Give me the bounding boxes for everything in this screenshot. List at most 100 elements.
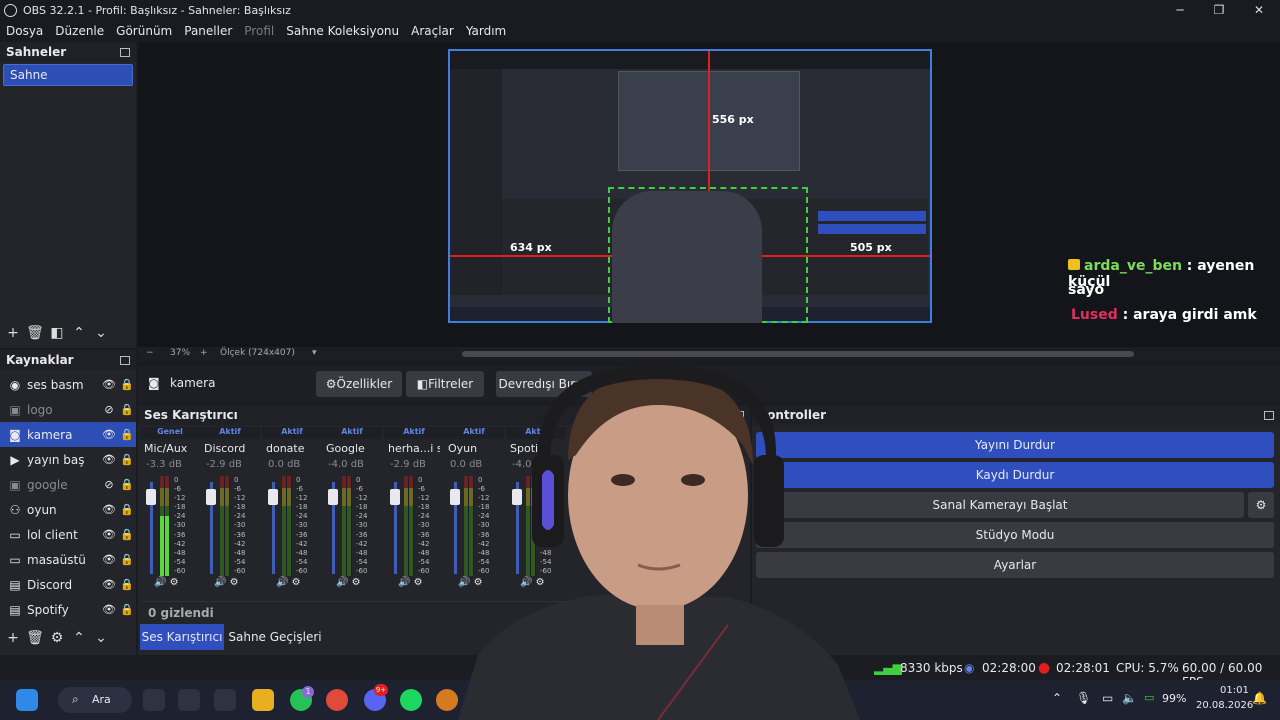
source-item[interactable]: ▶ yayın baş 👁 🔒 — [0, 447, 136, 472]
chrome-icon[interactable] — [326, 689, 348, 711]
volume-slider-handle[interactable] — [206, 489, 216, 505]
remove-source-button[interactable]: 🗑 — [24, 630, 46, 646]
scale-select[interactable]: Ölçek (724x407) — [220, 348, 295, 358]
speaker-icon[interactable]: 🔊 — [398, 577, 410, 588]
close-button[interactable]: ✕ — [1239, 0, 1279, 20]
add-source-button[interactable]: + — [2, 630, 24, 646]
tab-scene-transitions[interactable]: Sahne Geçişleri — [226, 624, 324, 650]
add-scene-button[interactable]: + — [2, 325, 24, 341]
maximize-button[interactable]: ❐ — [1199, 0, 1239, 20]
speaker-icon[interactable]: 🔊 — [276, 577, 288, 588]
menu-file[interactable]: Dosya — [0, 24, 49, 38]
lock-icon[interactable]: 🔒 — [118, 503, 136, 516]
menu-help[interactable]: Yardım — [460, 24, 512, 38]
move-down-button[interactable]: ⌄ — [90, 630, 112, 646]
volume-slider-handle[interactable] — [268, 489, 278, 505]
network-icon[interactable]: ▭ — [1102, 691, 1113, 705]
undock-icon[interactable] — [120, 47, 130, 57]
lock-icon[interactable]: 🔒 — [118, 378, 136, 391]
eye-icon[interactable]: 👁 — [100, 553, 118, 566]
preview-scrollbar[interactable] — [462, 351, 1134, 357]
move-down-button[interactable]: ⌄ — [90, 325, 112, 341]
source-item[interactable]: ▭ lol client 👁 🔒 — [0, 522, 136, 547]
eye-icon[interactable]: 👁 — [100, 453, 118, 466]
gear-menu-icon[interactable]: ⚙ — [170, 577, 179, 588]
eye-hidden-icon[interactable]: ⊘ — [100, 403, 118, 416]
gear-icon[interactable]: ⚙ — [46, 630, 68, 646]
scene-filters-button[interactable]: ◧ — [46, 325, 68, 341]
eye-icon[interactable]: 👁 — [100, 578, 118, 591]
channel-name[interactable]: herha...i ses — [384, 442, 440, 455]
notification-bell-icon[interactable]: 🔔 — [1252, 691, 1267, 705]
chevron-down-icon[interactable]: ▾ — [312, 348, 317, 358]
lock-icon[interactable]: 🔒 — [118, 578, 136, 591]
channel-name[interactable]: Mic/Aux — [140, 442, 196, 455]
gear-menu-icon[interactable]: ⚙ — [352, 577, 361, 588]
scene-item[interactable]: Sahne — [3, 64, 133, 86]
speaker-icon[interactable]: 🔊 — [336, 577, 348, 588]
menu-profile[interactable]: Profil — [238, 24, 280, 38]
gear-menu-icon[interactable]: ⚙ — [414, 577, 423, 588]
menu-view[interactable]: Görünüm — [110, 24, 178, 38]
source-item[interactable]: ▤ Spotify 👁 🔒 — [0, 597, 136, 622]
microphone-icon[interactable]: 🎙 — [1076, 691, 1091, 705]
move-up-button[interactable]: ⌃ — [68, 325, 90, 341]
app-icon[interactable] — [214, 689, 236, 711]
volume-slider-handle[interactable] — [328, 489, 338, 505]
eye-icon[interactable]: 👁 — [100, 378, 118, 391]
task-view-icon[interactable] — [143, 689, 165, 711]
eye-icon[interactable]: 👁 — [100, 428, 118, 441]
menu-scene-collection[interactable]: Sahne Koleksiyonu — [280, 24, 405, 38]
source-item[interactable]: ▭ masaüstü 👁 🔒 — [0, 547, 136, 572]
tab-audio-mixer[interactable]: Ses Karıştırıcı — [140, 624, 224, 650]
lock-icon[interactable]: 🔒 — [118, 403, 136, 416]
channel-name[interactable]: Google — [322, 442, 378, 455]
remove-scene-button[interactable]: 🗑 — [24, 325, 46, 341]
lock-icon[interactable]: 🔒 — [118, 478, 136, 491]
undock-icon[interactable] — [120, 355, 130, 365]
spotify-icon[interactable] — [400, 689, 422, 711]
eye-icon[interactable]: 👁 — [100, 528, 118, 541]
lock-icon[interactable]: 🔒 — [118, 453, 136, 466]
lock-icon[interactable]: 🔒 — [118, 428, 136, 441]
volume-slider-handle[interactable] — [390, 489, 400, 505]
channel-name[interactable]: donate — [262, 442, 318, 455]
channel-name[interactable]: Discord — [200, 442, 256, 455]
volume-slider-handle[interactable] — [146, 489, 156, 505]
menu-edit[interactable]: Düzenle — [49, 24, 110, 38]
source-item[interactable]: ▤ Discord 👁 🔒 — [0, 572, 136, 597]
source-item[interactable]: ⚇ oyun 👁 🔒 — [0, 497, 136, 522]
eye-icon[interactable]: 👁 — [100, 503, 118, 516]
lock-icon[interactable]: 🔒 — [118, 603, 136, 616]
source-item[interactable]: ◙ kamera 👁 🔒 — [0, 422, 136, 447]
menu-tools[interactable]: Araçlar — [405, 24, 460, 38]
gear-menu-icon[interactable]: ⚙ — [292, 577, 301, 588]
source-item[interactable]: ◉ ses basm 👁 🔒 — [0, 372, 136, 397]
zoom-out-button[interactable]: − — [146, 348, 154, 358]
minimize-button[interactable]: ─ — [1160, 0, 1200, 20]
search-box[interactable]: ⌕ Ara — [58, 687, 132, 713]
speaker-icon[interactable]: 🔊 — [214, 577, 226, 588]
speaker-icon[interactable]: 🔊 — [154, 577, 166, 588]
zoom-in-button[interactable]: + — [200, 348, 208, 358]
move-up-button[interactable]: ⌃ — [68, 630, 90, 646]
folder-icon[interactable] — [252, 689, 274, 711]
menu-docks[interactable]: Paneller — [178, 24, 238, 38]
source-item[interactable]: ▣ google ⊘ 🔒 — [0, 472, 136, 497]
obs-taskbar-icon[interactable] — [178, 689, 200, 711]
undock-icon[interactable] — [1264, 410, 1274, 420]
start-icon[interactable] — [16, 689, 38, 711]
source-item[interactable]: ▣ logo ⊘ 🔒 — [0, 397, 136, 422]
gear-menu-icon[interactable]: ⚙ — [230, 577, 239, 588]
eye-icon[interactable]: 👁 — [100, 603, 118, 616]
chevron-up-icon[interactable]: ⌃ — [1052, 691, 1062, 705]
lock-icon[interactable]: 🔒 — [118, 553, 136, 566]
preview-canvas[interactable]: 556 px 634 px 505 px arda_ve_ben : ayene… — [138, 42, 1280, 347]
volume-icon[interactable]: 🔈 — [1122, 691, 1137, 705]
battery-icon[interactable]: ▭ — [1144, 691, 1154, 704]
lock-icon[interactable]: 🔒 — [118, 528, 136, 541]
app-icon[interactable] — [436, 689, 458, 711]
gear-icon[interactable]: ⚙ — [1248, 492, 1274, 518]
properties-button[interactable]: ⚙Özellikler — [316, 371, 402, 397]
eye-hidden-icon[interactable]: ⊘ — [100, 478, 118, 491]
